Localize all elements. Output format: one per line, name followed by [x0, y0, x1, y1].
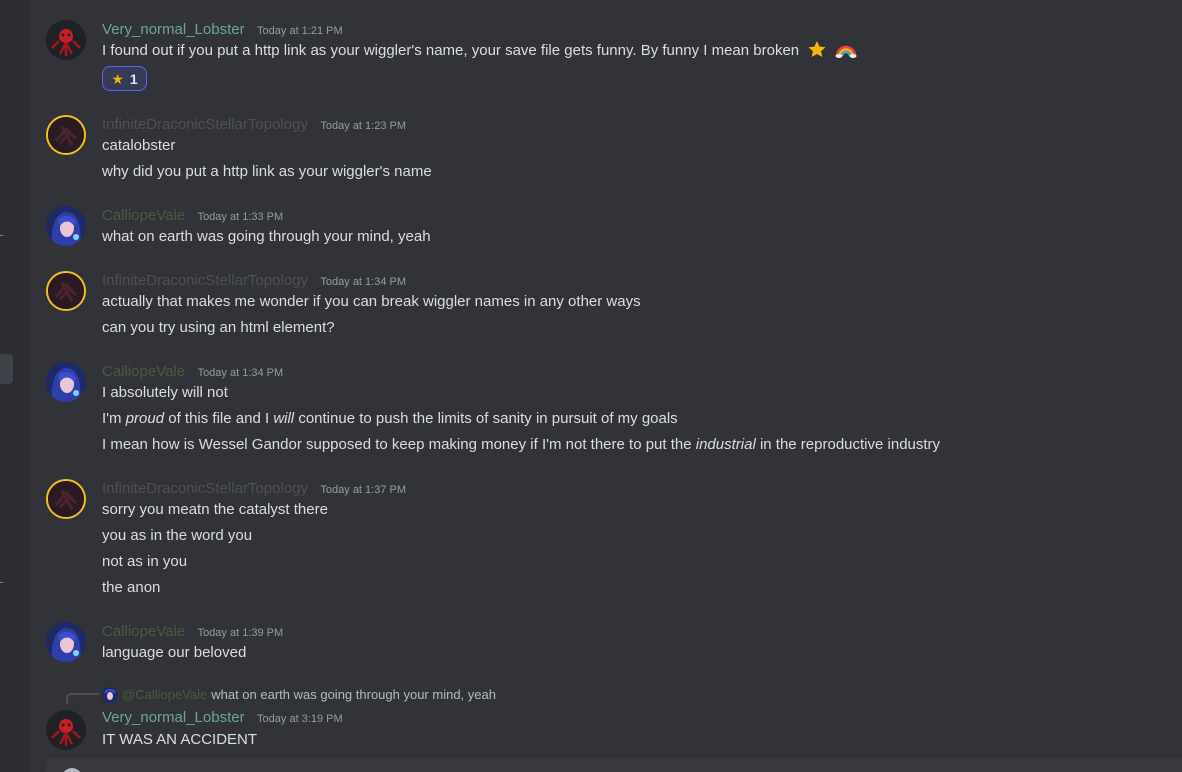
text-segment: continue to push the limits of sanity in… [294, 410, 678, 427]
username[interactable]: CalliopeVale [102, 362, 185, 382]
message-text: language our beloved [102, 644, 247, 661]
star-icon [808, 41, 826, 57]
message-text: catalobster [102, 137, 176, 154]
timestamp[interactable]: Today at 1:39 PM [198, 622, 284, 644]
timestamp[interactable]: Today at 1:34 PM [320, 271, 406, 293]
message-text: can you try using an html element? [102, 319, 335, 336]
channel-sidebar-edge [0, 0, 30, 772]
message-text: I found out if you put a http link as yo… [102, 40, 857, 62]
timestamp[interactable]: Today at 1:21 PM [257, 20, 343, 42]
username[interactable]: CalliopeVale [102, 206, 185, 226]
message-text: I absolutely will not [102, 384, 228, 401]
star-icon: ★ [111, 70, 124, 87]
reply-mention[interactable]: @CalliopeVale [122, 686, 207, 704]
message-text: actually that makes me wonder if you can… [102, 293, 641, 310]
message-text: I'm proud of this file and I will contin… [102, 408, 678, 430]
reply-avatar-icon [102, 687, 118, 703]
message-text: not as in you [102, 553, 188, 570]
reply-connector [66, 693, 99, 704]
message-text: I mean how is Wessel Gandor supposed to … [102, 434, 940, 456]
message-text: IT WAS AN ACCIDENT [102, 731, 258, 748]
text-segment: I'm [102, 410, 126, 427]
avatar[interactable] [46, 362, 86, 402]
message-header: InfiniteDraconicStellarTopology Today at… [102, 271, 406, 291]
message-text: you as in the word you [102, 527, 253, 544]
reaction-star[interactable]: ★ 1 [102, 66, 147, 91]
dragon-avatar-icon [48, 273, 84, 309]
italic-text: industrial [695, 436, 756, 453]
message-header: Very_normal_Lobster Today at 3:19 PM [102, 708, 343, 728]
message-header: InfiniteDraconicStellarTopology Today at… [102, 479, 406, 499]
calliope-avatar-icon [46, 206, 86, 246]
message-header: CalliopeVale Today at 1:34 PM [102, 362, 283, 382]
text-segment: in the reproductive industry [755, 436, 941, 453]
message-header: CalliopeVale Today at 1:33 PM [102, 206, 283, 226]
message-text: why did you put a http link as your wigg… [102, 163, 432, 180]
text-segment: of this file and I [164, 410, 274, 427]
message-text: sorry you meatn the catalyst there [102, 501, 328, 518]
message-text-content: I found out if you put a http link as yo… [102, 42, 800, 59]
avatar[interactable] [46, 622, 86, 662]
timestamp[interactable]: Today at 1:34 PM [198, 362, 284, 384]
username[interactable]: Very_normal_Lobster [102, 20, 245, 40]
message-header: InfiniteDraconicStellarTopology Today at… [102, 115, 406, 135]
username[interactable]: CalliopeVale [102, 622, 185, 642]
sidebar-tick [0, 235, 3, 236]
dragon-avatar-icon [48, 117, 84, 153]
discord-window: Very_normal_Lobster Today at 1:21 PM I f… [0, 0, 1182, 772]
message-header: Very_normal_Lobster Today at 1:21 PM [102, 20, 343, 40]
avatar[interactable] [46, 20, 86, 60]
timestamp[interactable]: Today at 3:19 PM [257, 708, 343, 730]
avatar[interactable] [46, 271, 86, 311]
username[interactable]: Very_normal_Lobster [102, 708, 245, 728]
selected-channel-indicator[interactable] [0, 354, 13, 384]
rainbow-icon [835, 45, 857, 58]
text-segment: I mean how is Wessel Gandor supposed to … [102, 436, 696, 453]
reaction-count: 1 [129, 70, 138, 87]
message-header: CalliopeVale Today at 1:39 PM [102, 622, 283, 642]
avatar[interactable] [46, 710, 86, 750]
attach-plus-icon[interactable] [62, 768, 82, 772]
avatar[interactable] [46, 206, 86, 246]
reply-text[interactable]: what on earth was going through your min… [211, 686, 496, 704]
message-input[interactable] [46, 758, 1182, 772]
reply-preview[interactable]: @CalliopeVale what on earth was going th… [102, 686, 496, 704]
avatar[interactable] [46, 479, 86, 519]
calliope-avatar-icon [46, 362, 86, 402]
sidebar-tick [0, 582, 3, 583]
timestamp[interactable]: Today at 1:33 PM [198, 206, 284, 228]
username[interactable]: InfiniteDraconicStellarTopology [102, 479, 308, 499]
calliope-avatar-icon [46, 622, 86, 662]
dragon-avatar-icon [48, 481, 84, 517]
message-text: the anon [102, 579, 161, 596]
timestamp[interactable]: Today at 1:23 PM [320, 115, 406, 137]
avatar[interactable] [46, 115, 86, 155]
italic-text: proud [125, 410, 165, 427]
username[interactable]: InfiniteDraconicStellarTopology [102, 115, 308, 135]
message-text: what on earth was going through your min… [102, 228, 431, 245]
italic-text: will [273, 410, 295, 427]
message-list[interactable]: Very_normal_Lobster Today at 1:21 PM I f… [30, 0, 1182, 772]
lobster-avatar-icon [46, 710, 86, 750]
timestamp[interactable]: Today at 1:37 PM [320, 479, 406, 501]
lobster-avatar-icon [46, 20, 86, 60]
username[interactable]: InfiniteDraconicStellarTopology [102, 271, 308, 291]
